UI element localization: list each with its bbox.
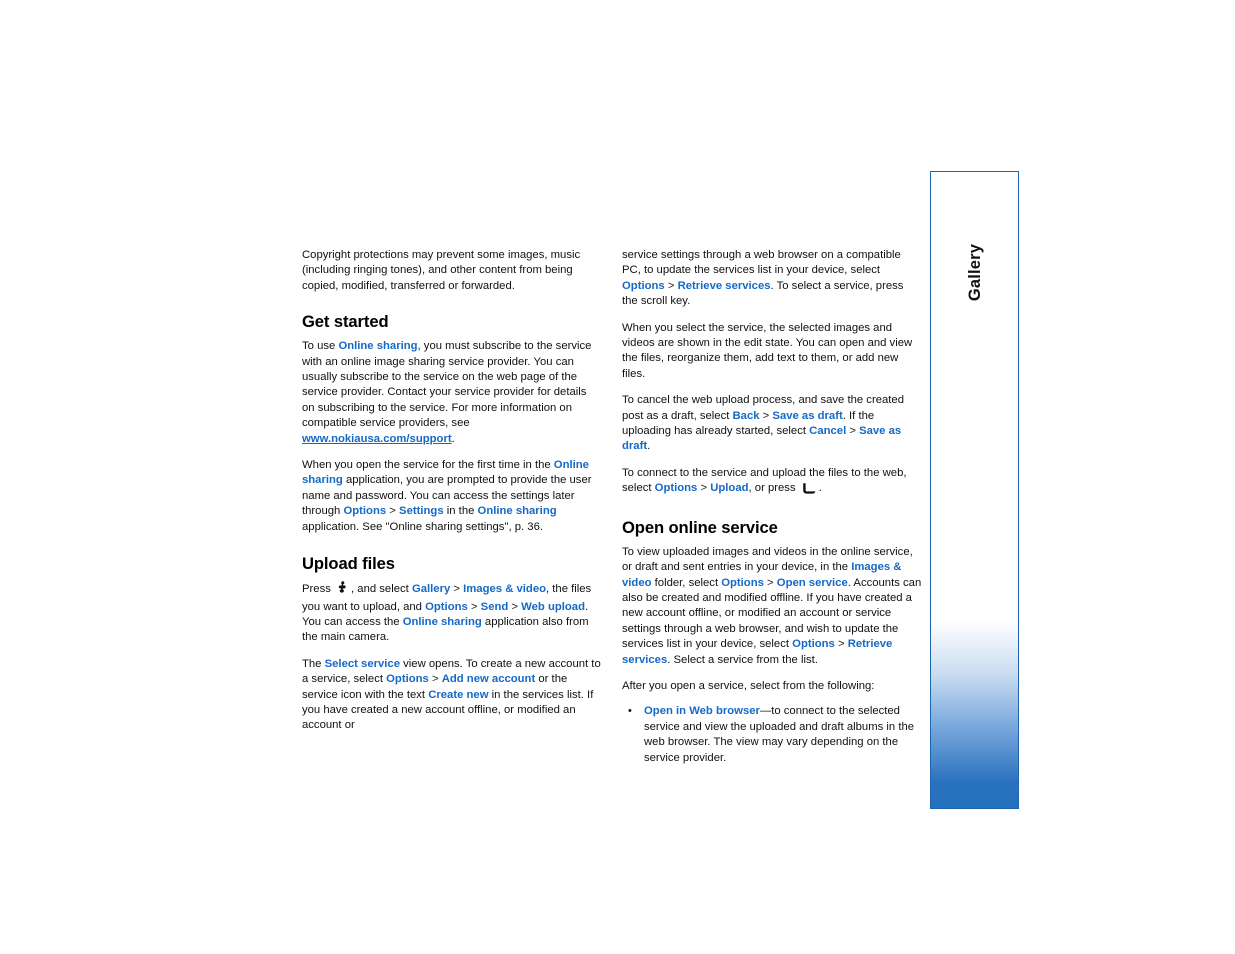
ui-term-back: Back: [732, 409, 760, 422]
ui-term-options: Options: [343, 505, 387, 518]
menu-separator: >: [386, 505, 400, 518]
text-fragment: in the: [443, 505, 478, 518]
menu-separator: >: [697, 482, 711, 495]
continued-paragraph-1: service settings through a web browser o…: [622, 248, 922, 310]
text-fragment: To use: [302, 340, 339, 353]
menu-separator: >: [450, 583, 464, 596]
menu-separator: >: [846, 425, 860, 438]
ui-term-cancel: Cancel: [809, 425, 847, 438]
get-started-paragraph-2: When you open the service for the first …: [302, 458, 602, 535]
ui-term-send: Send: [480, 600, 509, 613]
get-started-paragraph-1: To use Online sharing, you must subscrib…: [302, 339, 602, 447]
ui-term-add-new-account: Add new account: [441, 673, 536, 686]
menu-key-icon: [337, 581, 348, 599]
ui-term-create-new: Create new: [428, 688, 489, 701]
text-fragment: .: [451, 432, 455, 445]
menu-separator: >: [664, 279, 678, 292]
text-fragment: The: [302, 657, 325, 670]
upload-files-paragraph-2: The Select service view opens. To create…: [302, 657, 602, 734]
menu-separator: >: [759, 409, 773, 422]
text-fragment: , you must subscribe to the service with…: [302, 340, 592, 430]
ui-term-options: Options: [654, 482, 698, 495]
ui-term-open-in-web-browser: Open in Web browser: [644, 705, 760, 718]
bullet-point-icon: •: [628, 705, 632, 718]
continued-paragraph-3: To cancel the web upload process, and sa…: [622, 393, 922, 455]
ui-term-options: Options: [792, 638, 835, 651]
heading-upload-files: Upload files: [302, 554, 395, 574]
ui-term-settings: Settings: [399, 505, 444, 518]
call-key-icon: [802, 483, 816, 498]
menu-separator: >: [428, 673, 442, 686]
menu-separator: >: [834, 638, 848, 651]
chapter-name: Gallery: [965, 243, 984, 301]
text-fragment: . Select a service from the list.: [667, 653, 818, 666]
ui-term-web-upload: Web upload: [521, 600, 585, 613]
text-fragment: .: [818, 482, 822, 495]
continued-paragraph-4: To connect to the service and upload the…: [622, 466, 922, 499]
ui-term-options: Options: [386, 673, 429, 686]
menu-separator: >: [467, 600, 481, 613]
text-fragment: , or press: [748, 482, 799, 495]
text-fragment: folder, select: [651, 576, 722, 589]
heading-get-started: Get started: [302, 312, 389, 332]
ui-term-save-as-draft: Save as draft: [772, 409, 843, 422]
text-fragment: , and select: [351, 583, 412, 596]
ui-term-gallery: Gallery: [411, 583, 451, 596]
ui-term-online-sharing: Online sharing: [477, 505, 557, 518]
open-online-service-paragraph-1: To view uploaded images and videos in th…: [622, 545, 922, 668]
support-url-link[interactable]: www.nokiausa.com/support: [302, 433, 452, 445]
manual-page: Copyright protections may prevent some i…: [0, 0, 1235, 954]
ui-term-open-service: Open service: [776, 576, 848, 589]
ui-term-online-sharing: Online sharing: [338, 340, 418, 353]
chapter-tab-label: Gallery: [931, 172, 1018, 372]
open-online-service-paragraph-2: After you open a service, select from th…: [622, 679, 875, 692]
heading-open-online-service: Open online service: [622, 517, 778, 537]
upload-files-paragraph-1: Press , and select Gallery > Images & vi…: [302, 581, 602, 646]
list-item: • Open in Web browser—to connect to the s…: [622, 704, 922, 766]
left-text-column: Copyright protections may prevent some i…: [302, 248, 602, 745]
ui-term-images-and-video: Images & video: [463, 583, 546, 596]
ui-term-select-service: Select service: [324, 657, 400, 670]
menu-separator: >: [508, 600, 522, 613]
chapter-tab: Gallery 35: [930, 171, 1019, 809]
text-fragment: .: [647, 440, 651, 453]
ui-term-online-sharing: Online sharing: [402, 615, 482, 628]
ui-term-options: Options: [425, 600, 468, 613]
text-fragment: When you open the service for the first …: [302, 459, 554, 472]
text-fragment: Press: [302, 583, 335, 596]
ui-term-upload: Upload: [710, 482, 749, 495]
ui-term-options: Options: [721, 576, 764, 589]
continued-paragraph-2: When you select the service, the selecte…: [622, 321, 913, 380]
right-text-column: service settings through a web browser o…: [622, 248, 922, 776]
ui-term-retrieve-services: Retrieve services: [677, 279, 771, 292]
menu-separator: >: [763, 576, 777, 589]
open-online-service-bullet-list: • Open in Web browser—to connect to the s…: [622, 704, 922, 766]
ui-term-options: Options: [622, 279, 665, 292]
text-fragment: application. See "Online sharing setting…: [302, 520, 544, 533]
intro-paragraph: Copyright protections may prevent some i…: [302, 249, 581, 292]
text-fragment: service settings through a web browser o…: [622, 249, 901, 277]
